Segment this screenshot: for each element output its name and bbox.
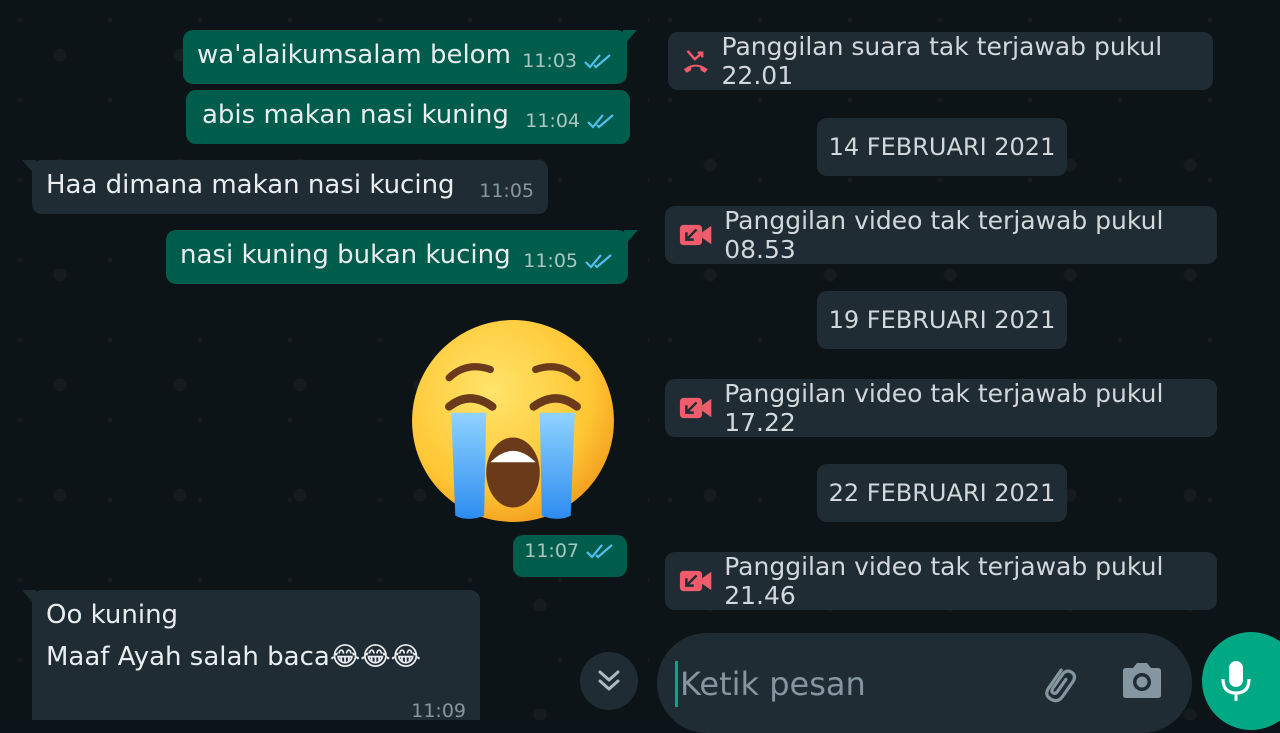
double-chevron-down-icon [598,670,620,691]
missed-call-notice[interactable]: Panggilan video tak terjawab pukul 21.46 [665,552,1217,610]
bubble-tail [624,230,638,246]
message-text: abis makan nasi kuning [202,100,509,130]
missed-video-call-icon [679,397,712,419]
date-divider-label: 22 FEBRUARI 2021 [828,479,1056,507]
read-receipt-icon [585,254,612,269]
scroll-to-bottom-button[interactable] [580,652,638,710]
missed-call-notice[interactable]: Panggilan suara tak terjawab pukul 22.01 [668,32,1213,90]
message-time: 11:04 [525,110,580,132]
message-text: Maaf Ayah salah baca [46,642,330,672]
loudly-crying-face-icon[interactable] [410,318,616,524]
message-meta: 11:05 [523,244,614,278]
missed-call-notice[interactable]: Panggilan video tak terjawab pukul 17.22 [665,379,1217,437]
missed-call-text: Panggilan video tak terjawab pukul 21.46 [724,552,1164,610]
message-text: wa'alaikumsalam belom [197,40,511,70]
message-composer[interactable] [657,633,1192,733]
read-receipt-icon [586,544,613,559]
message-time: 11:03 [522,50,577,72]
message-text-line: Oo kuning [46,600,179,630]
bubble-tail [22,590,36,606]
message-meta: 11:04 [525,104,616,138]
date-divider-label: 14 FEBRUARI 2021 [828,133,1056,161]
missed-video-call-icon [679,570,712,592]
date-divider: 19 FEBRUARI 2021 [817,291,1067,349]
message-bubble-incoming[interactable]: Haa dimana makan nasi kucing 11:05 [22,160,548,214]
message-time: 11:05 [479,180,534,202]
missed-call-text: Panggilan video tak terjawab pukul 08.53 [724,206,1164,264]
message-bubble-outgoing[interactable]: wa'alaikumsalam belom 11:03 [183,30,637,84]
missed-voice-call-icon [683,50,708,73]
date-divider-label: 19 FEBRUARI 2021 [828,306,1056,334]
chat-pane-right[interactable]: Panggilan suara tak terjawab pukul 22.01… [650,0,1280,720]
message-meta: 11:05 [479,174,534,208]
missed-call-text: Panggilan suara tak terjawab pukul 22.01 [721,32,1163,90]
message-time: 11:09 [411,700,466,720]
read-receipt-icon [584,54,611,69]
message-bubble-outgoing[interactable]: nasi kuning bukan kucing 11:05 [166,230,638,284]
message-time: 11:07 [524,540,579,562]
microphone-icon [1221,661,1251,701]
message-meta-bubble[interactable]: 11:07 [513,535,627,577]
message-text-line: Maaf Ayah salah baca😂😂😂 [46,640,466,674]
tears-of-joy-emojis: 😂😂😂 [329,642,421,672]
message-time: 11:05 [523,250,578,272]
message-meta: 11:07 [524,534,615,568]
message-bubble-incoming[interactable]: Oo kuning Maaf Ayah salah baca😂😂😂 11:09 [22,590,480,720]
bubble-tail [623,30,637,46]
message-text: Haa dimana makan nasi kucing [46,170,455,200]
chat-pane-left[interactable]: wa'alaikumsalam belom 11:03 abis makan n… [0,0,650,720]
date-divider: 22 FEBRUARI 2021 [817,464,1067,522]
message-bubble-outgoing[interactable]: abis makan nasi kuning 11:04 [186,90,630,144]
missed-call-text: Panggilan video tak terjawab pukul 17.22 [724,379,1164,437]
message-meta: 11:09 [411,694,466,720]
missed-video-call-icon [679,224,712,246]
message-meta: 11:03 [522,44,613,78]
date-divider: 14 FEBRUARI 2021 [817,118,1067,176]
camera-icon[interactable] [1119,659,1165,703]
paperclip-icon[interactable] [1033,657,1081,705]
bubble-tail [22,160,36,176]
message-input[interactable] [675,661,1022,707]
message-text: nasi kuning bukan kucing [180,240,511,270]
missed-call-notice[interactable]: Panggilan video tak terjawab pukul 08.53 [665,206,1217,264]
read-receipt-icon [587,114,614,129]
